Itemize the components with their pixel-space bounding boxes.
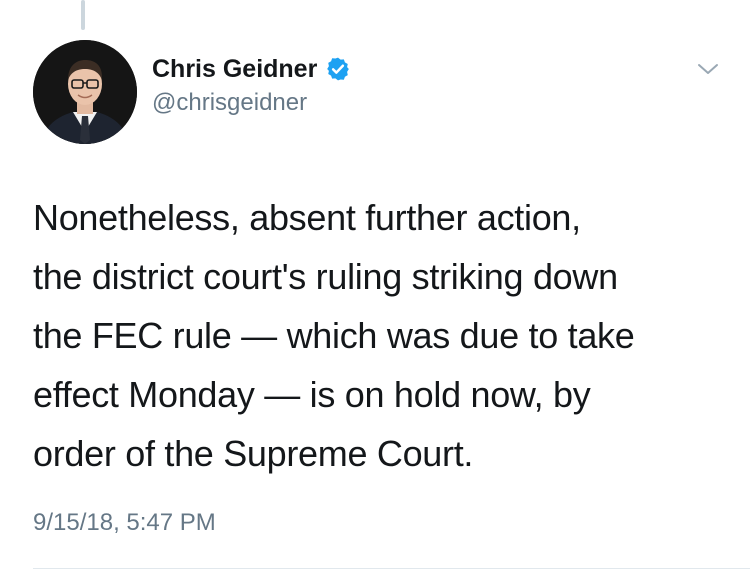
author-handle[interactable]: @chrisgeidner xyxy=(152,88,307,118)
tweet-text: Nonetheless, absent further action, the … xyxy=(33,197,635,474)
divider xyxy=(33,568,750,569)
author-name-row: Chris Geidner xyxy=(152,52,351,86)
avatar-photo xyxy=(33,40,137,144)
chevron-down-icon[interactable] xyxy=(693,58,723,80)
author-display-name[interactable]: Chris Geidner xyxy=(152,52,317,86)
tweet-timestamp[interactable]: 9/15/18, 5:47 PM xyxy=(33,508,216,538)
verified-badge-icon xyxy=(325,56,351,82)
avatar[interactable] xyxy=(33,40,137,144)
thread-connector-line xyxy=(81,0,85,30)
